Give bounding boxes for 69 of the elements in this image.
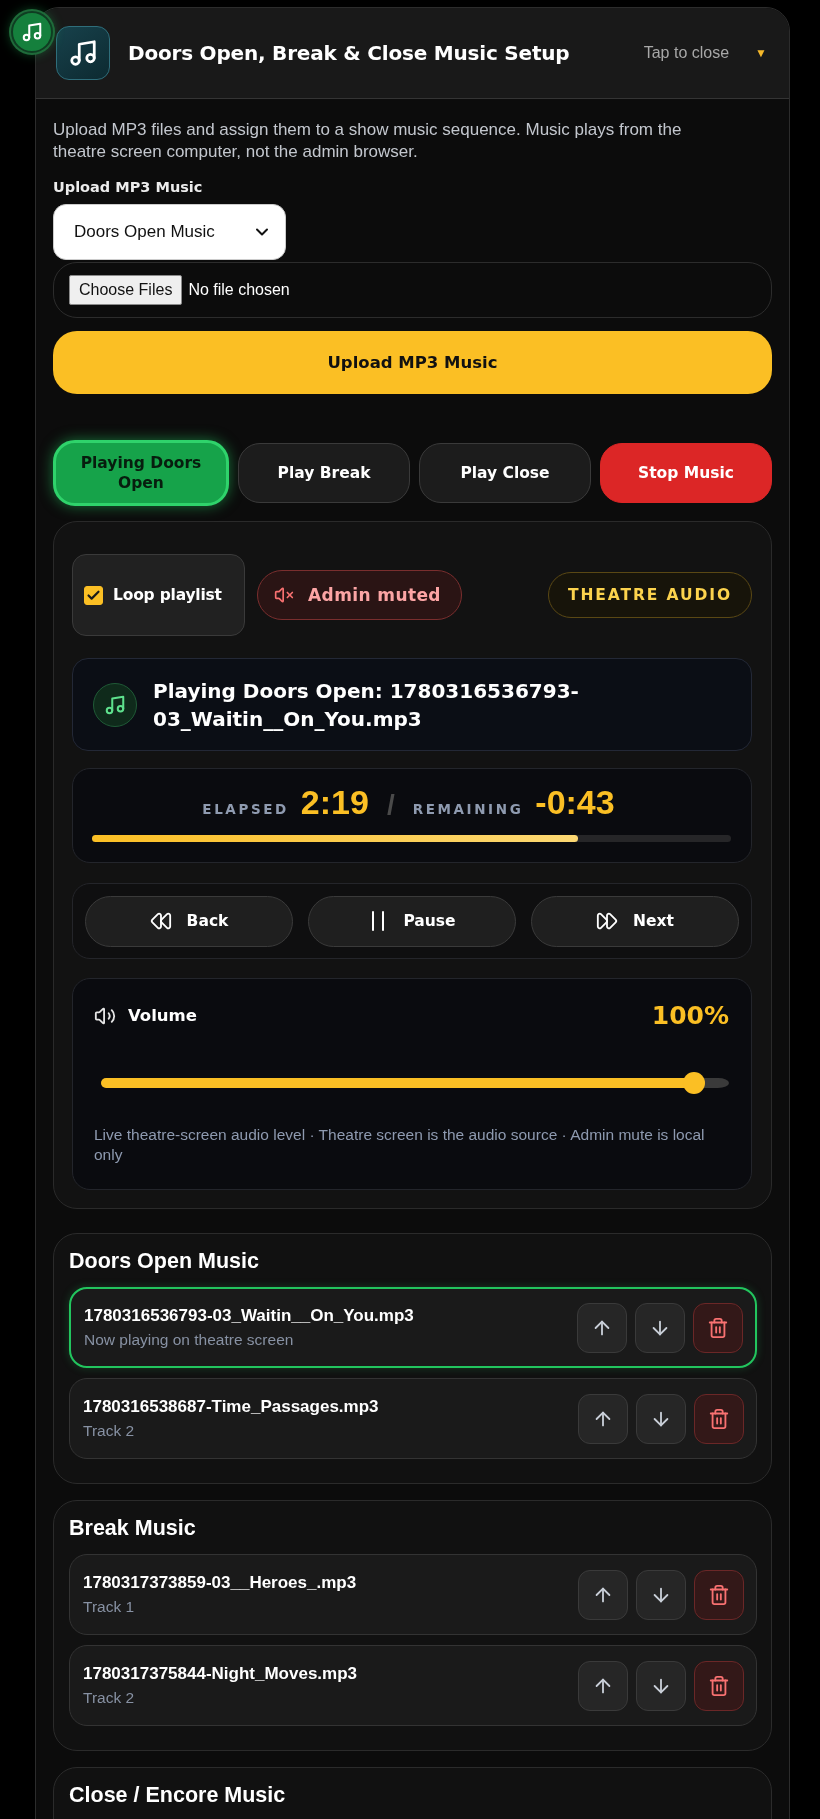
move-down-button[interactable]	[636, 1393, 686, 1444]
pause-button[interactable]: Pause	[308, 895, 516, 947]
loop-toggle[interactable]: Loop playlist	[72, 554, 245, 636]
elapsed-time: 2:19	[300, 783, 369, 822]
tap-to-close-button[interactable]: Tap to close	[643, 44, 730, 62]
stop-button[interactable]: Stop Music	[600, 443, 772, 503]
track-row[interactable]: 1780316538687-Time_Passages.mp3 Track 2	[69, 1378, 757, 1459]
intro-text: Upload MP3 files and assign them to a show music sequence. Music plays from the theatre screen computer, not the admin browser.	[53, 119, 683, 163]
field-label: Upload MP3 Music	[53, 179, 204, 195]
track-name: 1780316538687-Time_Passages.mp3	[83, 1397, 380, 1417]
remaining-label: REMAINING	[412, 801, 524, 817]
fast-forward-icon	[596, 910, 619, 932]
track-status: Now playing on theatre screen	[84, 1331, 295, 1349]
back-button[interactable]: Back	[85, 895, 293, 947]
track-row[interactable]: 1780316536793-03_Waitin__On_You.mp3 Now playing on theatre screen	[69, 1287, 757, 1368]
volume-reading: 100%	[651, 1001, 729, 1030]
sequence-select[interactable]: Doors Open Music	[53, 204, 286, 260]
move-down-button[interactable]	[636, 1569, 686, 1620]
rewind-icon	[149, 910, 172, 932]
delete-button[interactable]	[694, 1393, 744, 1444]
move-up-button[interactable]	[578, 1660, 628, 1711]
elapsed-label: ELAPSED	[202, 801, 289, 817]
slider-thumb[interactable]	[682, 1072, 705, 1094]
upload-button[interactable]: Upload MP3 Music	[53, 331, 772, 394]
music-icon	[56, 26, 110, 80]
volume-label: Volume	[128, 1006, 197, 1025]
remaining-time: -0:43	[535, 783, 615, 822]
delete-button[interactable]	[693, 1302, 743, 1353]
music-icon	[93, 682, 137, 727]
caret-icon[interactable]: ▼	[755, 46, 767, 60]
move-down-button[interactable]	[635, 1302, 685, 1353]
audio-output-badge: THEATRE AUDIO	[547, 572, 752, 618]
section-title: Close / Encore Music	[69, 1782, 287, 1808]
loop-label: Loop playlist	[113, 586, 222, 604]
music-icon[interactable]	[11, 11, 53, 53]
choose-files-button[interactable]: Choose Files	[69, 275, 183, 305]
section-title: Doors Open Music	[69, 1248, 260, 1274]
file-status: No file chosen	[188, 281, 290, 299]
track-row[interactable]: 1780317373859-03__Heroes_.mp3 Track 1	[69, 1554, 757, 1635]
track-status: Track 2	[83, 1422, 136, 1440]
track-status: Track 2	[83, 1689, 136, 1707]
play-button[interactable]: Play Close	[419, 443, 591, 503]
time-separator: /	[386, 789, 395, 821]
play-button[interactable]: Playing Doors Open	[53, 440, 229, 506]
track-row[interactable]: 1780317375844-Night_Moves.mp3 Track 2	[69, 1645, 757, 1726]
trash-icon	[708, 1407, 730, 1430]
move-up-button[interactable]	[578, 1569, 628, 1620]
section-title: Break Music	[69, 1515, 197, 1541]
trash-icon	[707, 1316, 729, 1339]
panel-title: Doors Open, Break & Close Music Setup	[128, 41, 571, 65]
delete-button[interactable]	[694, 1660, 744, 1711]
mute-button[interactable]: Admin muted	[257, 570, 462, 620]
track-name: 1780316536793-03_Waitin__On_You.mp3	[84, 1306, 415, 1326]
track-name: 1780317375844-Night_Moves.mp3	[83, 1664, 359, 1684]
file-input[interactable]: Choose Files No file chosen	[53, 262, 772, 318]
volume-note: Live theatre-screen audio level · Theatre screen is the audio source · Admin mute is local only	[94, 1125, 706, 1165]
muted-speaker-icon	[274, 585, 294, 605]
trash-icon	[708, 1583, 730, 1606]
track-name: 1780317373859-03__Heroes_.mp3	[83, 1573, 358, 1593]
move-up-button[interactable]	[577, 1302, 627, 1353]
delete-button[interactable]	[694, 1569, 744, 1620]
trash-icon	[708, 1674, 730, 1697]
checkbox[interactable]	[84, 585, 103, 605]
track-status: Track 1	[83, 1598, 136, 1616]
move-down-button[interactable]	[636, 1660, 686, 1711]
move-up-button[interactable]	[578, 1393, 628, 1444]
now-playing-text: Playing Doors Open: 1780316536793-03_Waitin__On_You.mp3	[153, 677, 580, 733]
next-button[interactable]: Next	[531, 895, 739, 947]
play-button[interactable]: Play Break	[238, 443, 410, 503]
